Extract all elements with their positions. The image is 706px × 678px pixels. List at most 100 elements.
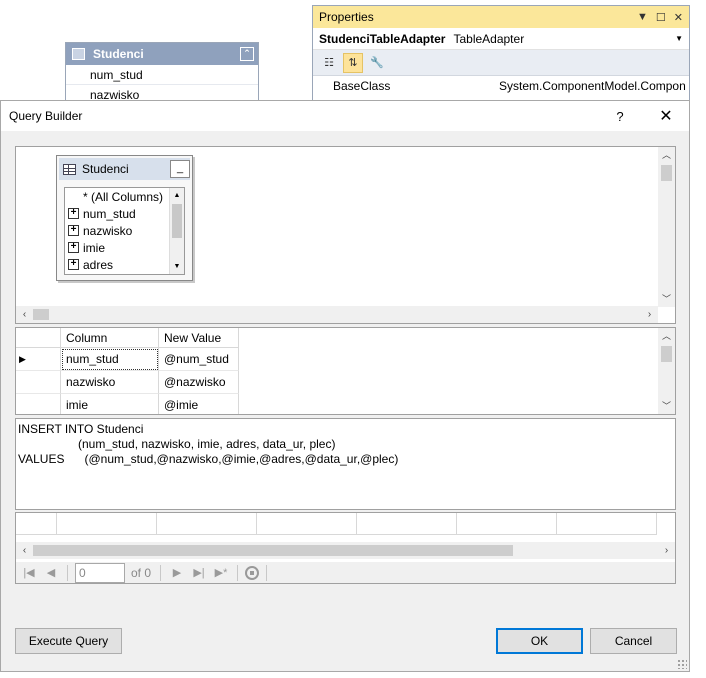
diagram-column-list[interactable]: * (All Columns) + num_stud + nazwisko + … (64, 187, 185, 275)
separator (67, 564, 68, 581)
scroll-up-icon[interactable]: ︿ (658, 147, 675, 163)
results-header-cell (16, 513, 57, 535)
criteria-row[interactable]: nazwisko @nazwisko (16, 371, 239, 394)
criteria-column-cell[interactable]: num_stud (61, 348, 159, 371)
record-position-input[interactable] (75, 562, 125, 583)
scroll-left-icon[interactable]: ‹ (16, 309, 33, 320)
properties-object-type: TableAdapter (453, 31, 525, 46)
scroll-down-icon[interactable]: ▼ (170, 259, 184, 274)
categorized-icon[interactable]: ☷ (319, 53, 339, 73)
background-table-title: Studenci (93, 47, 144, 61)
properties-toolbar: ☷ ⇅ 🔧 (313, 50, 689, 76)
minimize-icon[interactable]: _ (170, 160, 190, 178)
last-record-icon[interactable]: ▶| (190, 566, 208, 579)
column-list-scrollbar[interactable]: ▲ ▼ (169, 188, 184, 274)
maximize-icon[interactable]: ☐ (656, 11, 666, 24)
close-icon[interactable]: ✕ (674, 11, 683, 24)
background-table-row[interactable]: num_stud (66, 65, 258, 85)
scroll-down-icon[interactable]: ﹀ (658, 291, 675, 307)
criteria-vertical-scrollbar[interactable]: ︿ ﹀ (658, 328, 675, 414)
first-record-icon[interactable]: |◀ (20, 566, 38, 579)
properties-title: Properties (319, 10, 374, 24)
diagram-horizontal-scrollbar[interactable]: ‹ › (16, 306, 658, 323)
cancel-button[interactable]: Cancel (590, 628, 677, 654)
query-builder-dialog: Query Builder ? ✕ Studenci _ * (All Colu… (0, 100, 690, 672)
diagram-table-studenci[interactable]: Studenci _ * (All Columns) + num_stud + … (56, 155, 193, 281)
scroll-down-icon[interactable]: ﹀ (658, 398, 675, 414)
column-header[interactable]: Column (61, 328, 159, 348)
results-header-cell (257, 513, 357, 535)
scroll-thumb[interactable] (661, 346, 672, 362)
column-item[interactable]: + adres (65, 256, 184, 273)
criteria-column-cell[interactable]: nazwisko (61, 371, 159, 394)
scroll-up-icon[interactable]: ▲ (170, 188, 184, 203)
scroll-thumb[interactable] (33, 309, 49, 320)
record-count-label: of 0 (131, 565, 152, 580)
separator (237, 564, 239, 581)
current-row-arrow-icon[interactable]: ▶ (16, 348, 61, 371)
close-icon[interactable]: ✕ (643, 106, 689, 126)
scroll-right-icon[interactable]: › (658, 545, 675, 556)
new-record-icon[interactable]: ▶* (212, 566, 230, 579)
plus-icon[interactable]: + (68, 225, 79, 236)
scroll-thumb[interactable] (661, 165, 672, 181)
diagram-table-header[interactable]: Studenci _ (59, 158, 190, 180)
scroll-thumb[interactable] (33, 545, 513, 556)
criteria-row[interactable]: ▶ num_stud @num_stud (16, 348, 239, 371)
properties-panel: Properties ▼ ☐ ✕ StudenciTableAdapter Ta… (312, 5, 690, 102)
row-selector[interactable] (16, 371, 61, 394)
dialog-title-bar: Query Builder ? ✕ (1, 101, 689, 131)
diagram-table-title: Studenci (82, 162, 129, 176)
criteria-column-cell[interactable]: imie (61, 394, 159, 414)
wrench-icon[interactable]: 🔧 (367, 53, 387, 73)
table-grid-icon (63, 163, 76, 175)
scroll-up-icon[interactable]: ︿ (658, 328, 675, 344)
stop-icon[interactable] (245, 565, 260, 580)
column-item[interactable]: + num_stud (65, 205, 184, 222)
chevron-down-icon[interactable]: ▼ (675, 34, 683, 43)
sql-pane[interactable]: INSERT INTO Studenci (num_stud, nazwisko… (15, 418, 676, 510)
column-item[interactable]: + nazwisko (65, 222, 184, 239)
plus-icon[interactable]: + (68, 242, 79, 253)
plus-icon[interactable]: + (68, 259, 79, 270)
criteria-value-cell[interactable]: @imie (159, 394, 239, 414)
plus-icon[interactable]: + (68, 208, 79, 219)
results-header-cell (457, 513, 557, 535)
sql-text[interactable]: INSERT INTO Studenci (num_stud, nazwisko… (16, 419, 675, 467)
help-icon[interactable]: ? (597, 109, 643, 124)
previous-record-icon[interactable]: ◀ (42, 566, 60, 579)
collapse-icon[interactable]: ⌃ (240, 47, 254, 61)
column-label: num_stud (83, 206, 136, 221)
next-record-icon[interactable]: ▶ (168, 566, 186, 579)
properties-row[interactable]: BaseClass System.ComponentModel.Compon (313, 76, 689, 96)
criteria-row[interactable]: imie @imie (16, 394, 239, 414)
dropdown-arrow-icon[interactable]: ▼ (637, 11, 648, 24)
background-table-header[interactable]: Studenci ⌃ (66, 43, 258, 65)
property-value: System.ComponentModel.Compon (499, 79, 686, 93)
column-label: * (All Columns) (83, 189, 164, 204)
resize-grip-icon[interactable] (677, 659, 687, 669)
properties-object-selector[interactable]: StudenciTableAdapter TableAdapter ▼ (313, 28, 689, 50)
results-horizontal-scrollbar[interactable]: ‹ › (16, 542, 675, 559)
column-item-all[interactable]: * (All Columns) (65, 188, 184, 205)
row-selector[interactable] (16, 394, 61, 414)
execute-query-button[interactable]: Execute Query (15, 628, 122, 654)
record-navigator: |◀ ◀ of 0 ▶ ▶| ▶* (15, 562, 676, 584)
scroll-thumb[interactable] (172, 204, 182, 238)
scroll-right-icon[interactable]: › (641, 309, 658, 320)
diagram-vertical-scrollbar[interactable]: ︿ ﹀ (658, 147, 675, 307)
background-table-studenci[interactable]: Studenci ⌃ num_stud nazwisko (65, 42, 259, 105)
row-selector-header (16, 328, 61, 348)
alphabetical-sort-icon[interactable]: ⇅ (343, 52, 363, 73)
criteria-value-cell[interactable]: @nazwisko (159, 371, 239, 394)
properties-object-name: StudenciTableAdapter (319, 31, 446, 46)
ok-button[interactable]: OK (496, 628, 583, 654)
dialog-title: Query Builder (9, 109, 83, 123)
criteria-value-cell[interactable]: @num_stud (159, 348, 239, 371)
column-label: adres (83, 257, 114, 272)
column-item[interactable]: + imie (65, 239, 184, 256)
diagram-pane[interactable]: Studenci _ * (All Columns) + num_stud + … (15, 146, 676, 324)
scroll-left-icon[interactable]: ‹ (16, 545, 33, 556)
new-value-header[interactable]: New Value (159, 328, 239, 348)
criteria-grid[interactable]: Column New Value ▶ num_stud @num_stud na… (15, 327, 676, 415)
